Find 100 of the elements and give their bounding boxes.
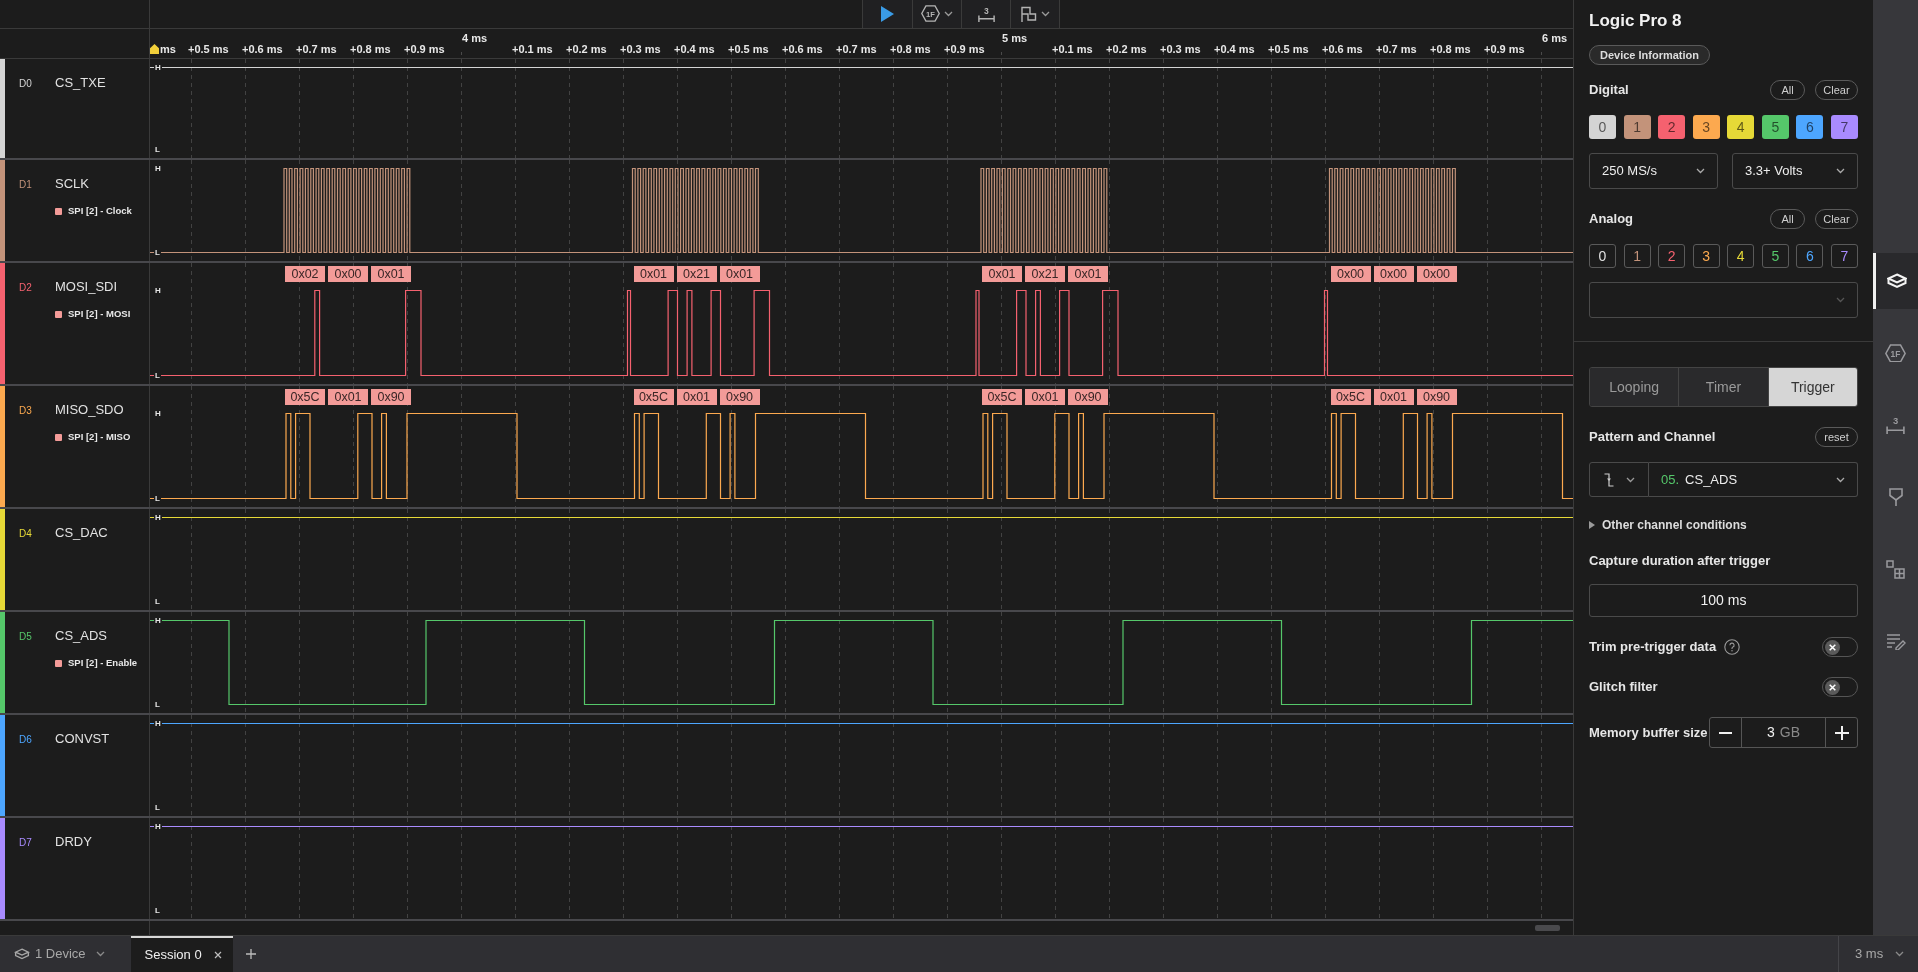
channel-toggle-button[interactable]: 4 — [1727, 244, 1755, 268]
time-label: +0.3 ms — [620, 43, 661, 55]
decoded-byte-label: 0x01 — [1068, 266, 1108, 282]
time-label: +0.6 ms — [242, 43, 283, 55]
channel-toggle-button[interactable]: 4 — [1727, 115, 1755, 139]
device-icon — [14, 948, 30, 960]
caret-icon — [1895, 951, 1905, 957]
time-label: 5 ms — [1002, 32, 1028, 44]
channel-name: MOSI_SDI — [55, 278, 118, 297]
caret-icon — [1836, 476, 1845, 483]
decoded-byte-label: 0x01 — [676, 389, 717, 405]
decoded-byte-label: 0x01 — [719, 266, 760, 282]
channel-toggle-button[interactable]: 1 — [1623, 244, 1651, 268]
high-level-label: H — [154, 64, 162, 72]
capture-duration-field[interactable]: 100 ms — [1589, 584, 1858, 617]
voltage-dropdown[interactable]: 3.3+ Volts — [1732, 153, 1858, 189]
setting-label: Memory buffer size — [1589, 723, 1708, 742]
time-label: +0.1 ms — [1052, 43, 1093, 55]
caret-icon — [1836, 168, 1845, 174]
time-label: +0.9 ms — [1484, 43, 1525, 55]
decoded-byte-label: 0x21 — [676, 266, 717, 282]
caret-icon — [1836, 297, 1845, 303]
time-label: +0.5 ms — [728, 43, 769, 55]
capture-mode-tab[interactable]: Looping — [1590, 368, 1679, 406]
channel-number-label: D2 — [19, 280, 33, 295]
channel-toggle-button[interactable]: 6 — [1796, 115, 1824, 139]
low-level-label: L — [154, 907, 161, 915]
analyzer-tag: SPI [2] - MISO — [68, 430, 131, 445]
channel-toggle-button[interactable]: 7 — [1830, 115, 1858, 139]
channel-toggle-button[interactable]: 3 — [1692, 115, 1720, 139]
other-conditions-toggle[interactable]: Other channel conditions — [1589, 517, 1747, 533]
channel-toggle-button[interactable]: 0 — [1589, 244, 1616, 268]
caret-icon — [1625, 476, 1635, 483]
trigger-channel-dropdown[interactable]: 05. CS_ADS — [1649, 462, 1858, 497]
hexagon-icon: 1F — [921, 5, 940, 23]
sample-rate-dropdown[interactable]: 250 MS/s — [1589, 153, 1718, 189]
measure-button[interactable]: 3 — [961, 0, 1010, 28]
channel-toggle-button[interactable]: 7 — [1830, 244, 1858, 268]
session-tab[interactable]: Session 0 — [130, 936, 233, 972]
channel-number-label: D1 — [19, 177, 33, 192]
time-label: 6 ms — [1542, 32, 1568, 44]
measurements-tab[interactable]: 3 — [1873, 397, 1918, 453]
time-label: +0.4 ms — [674, 43, 715, 55]
channel-toggle-button[interactable]: 0 — [1589, 115, 1616, 139]
analyzer-tag: SPI [2] - MOSI — [68, 307, 131, 322]
channel-name: MISO_SDO — [55, 401, 124, 420]
capture-mode-tab[interactable]: Trigger — [1767, 368, 1857, 406]
analyzers-tab[interactable]: 1F — [1873, 325, 1918, 381]
time-label: +0.6 ms — [782, 43, 823, 55]
play-icon — [881, 6, 894, 22]
time-label: +0.9 ms — [404, 43, 445, 55]
time-label: +0.1 ms — [512, 43, 553, 55]
decoded-byte-label: 0x5C — [633, 389, 674, 405]
channel-toggle-button[interactable]: 1 — [1623, 115, 1651, 139]
channel-toggle-button[interactable]: 2 — [1658, 115, 1686, 139]
capture-mode-tab[interactable]: Timer — [1678, 368, 1768, 406]
device-information-button[interactable]: Device Information — [1589, 45, 1711, 65]
channel-number-label: D6 — [19, 732, 33, 747]
time-label: +0.2 ms — [566, 43, 607, 55]
time-label: +0.8 ms — [890, 43, 931, 55]
analyzer-menu-button[interactable]: 1F — [912, 0, 961, 28]
scrollbar-thumb[interactable] — [1535, 925, 1560, 931]
caret-icon — [1696, 168, 1705, 174]
low-level-label: L — [154, 146, 161, 154]
time-label: +0.7 ms — [296, 43, 337, 55]
edge-dropdown[interactable] — [1589, 462, 1649, 497]
analyzer-square-icon — [55, 207, 62, 215]
plus-icon — [245, 949, 256, 959]
section-label: Digital — [1589, 81, 1629, 100]
decoded-byte-label: 0x01 — [1373, 389, 1414, 405]
device-menu-button[interactable]: 1 Device — [0, 936, 113, 972]
channel-number-label: D4 — [19, 526, 33, 541]
close-icon — [213, 951, 222, 959]
channel-name: CS_TXE — [55, 74, 106, 93]
channel-toggle-button[interactable]: 3 — [1692, 244, 1720, 268]
caret-icon — [95, 951, 105, 957]
high-level-label: H — [154, 410, 162, 418]
low-level-label: L — [154, 804, 161, 812]
section-label: Capture duration after trigger — [1589, 553, 1772, 569]
channel-toggle-button[interactable]: 5 — [1761, 115, 1789, 139]
decoded-byte-label: 0x00 — [1373, 266, 1414, 282]
close-tab-button[interactable] — [213, 951, 222, 959]
decoded-byte-label: 0x90 — [371, 389, 411, 405]
time-label: +0.7 ms — [836, 43, 877, 55]
channel-number-label: D0 — [19, 76, 33, 91]
zoom-level-menu[interactable]: 3 ms — [1838, 936, 1918, 972]
decoded-byte-label: 0x01 — [633, 266, 674, 282]
analyzer-tag: SPI [2] - Clock — [68, 204, 132, 219]
channel-name: DRDY — [55, 833, 92, 852]
analyzer-square-icon — [55, 659, 62, 667]
cross-knob-icon — [1825, 679, 1840, 695]
high-level-label: H — [154, 287, 162, 295]
device-title: Logic Pro 8 — [1589, 11, 1683, 31]
time-label: +0.9 ms — [944, 43, 985, 55]
channel-toggle-button[interactable]: 5 — [1761, 244, 1789, 268]
device-tab[interactable] — [1873, 253, 1918, 309]
channel-toggle-button[interactable]: 6 — [1796, 244, 1824, 268]
section-label: Pattern and Channel — [1589, 428, 1716, 447]
low-level-label: L — [154, 372, 161, 380]
channel-toggle-button[interactable]: 2 — [1658, 244, 1686, 268]
